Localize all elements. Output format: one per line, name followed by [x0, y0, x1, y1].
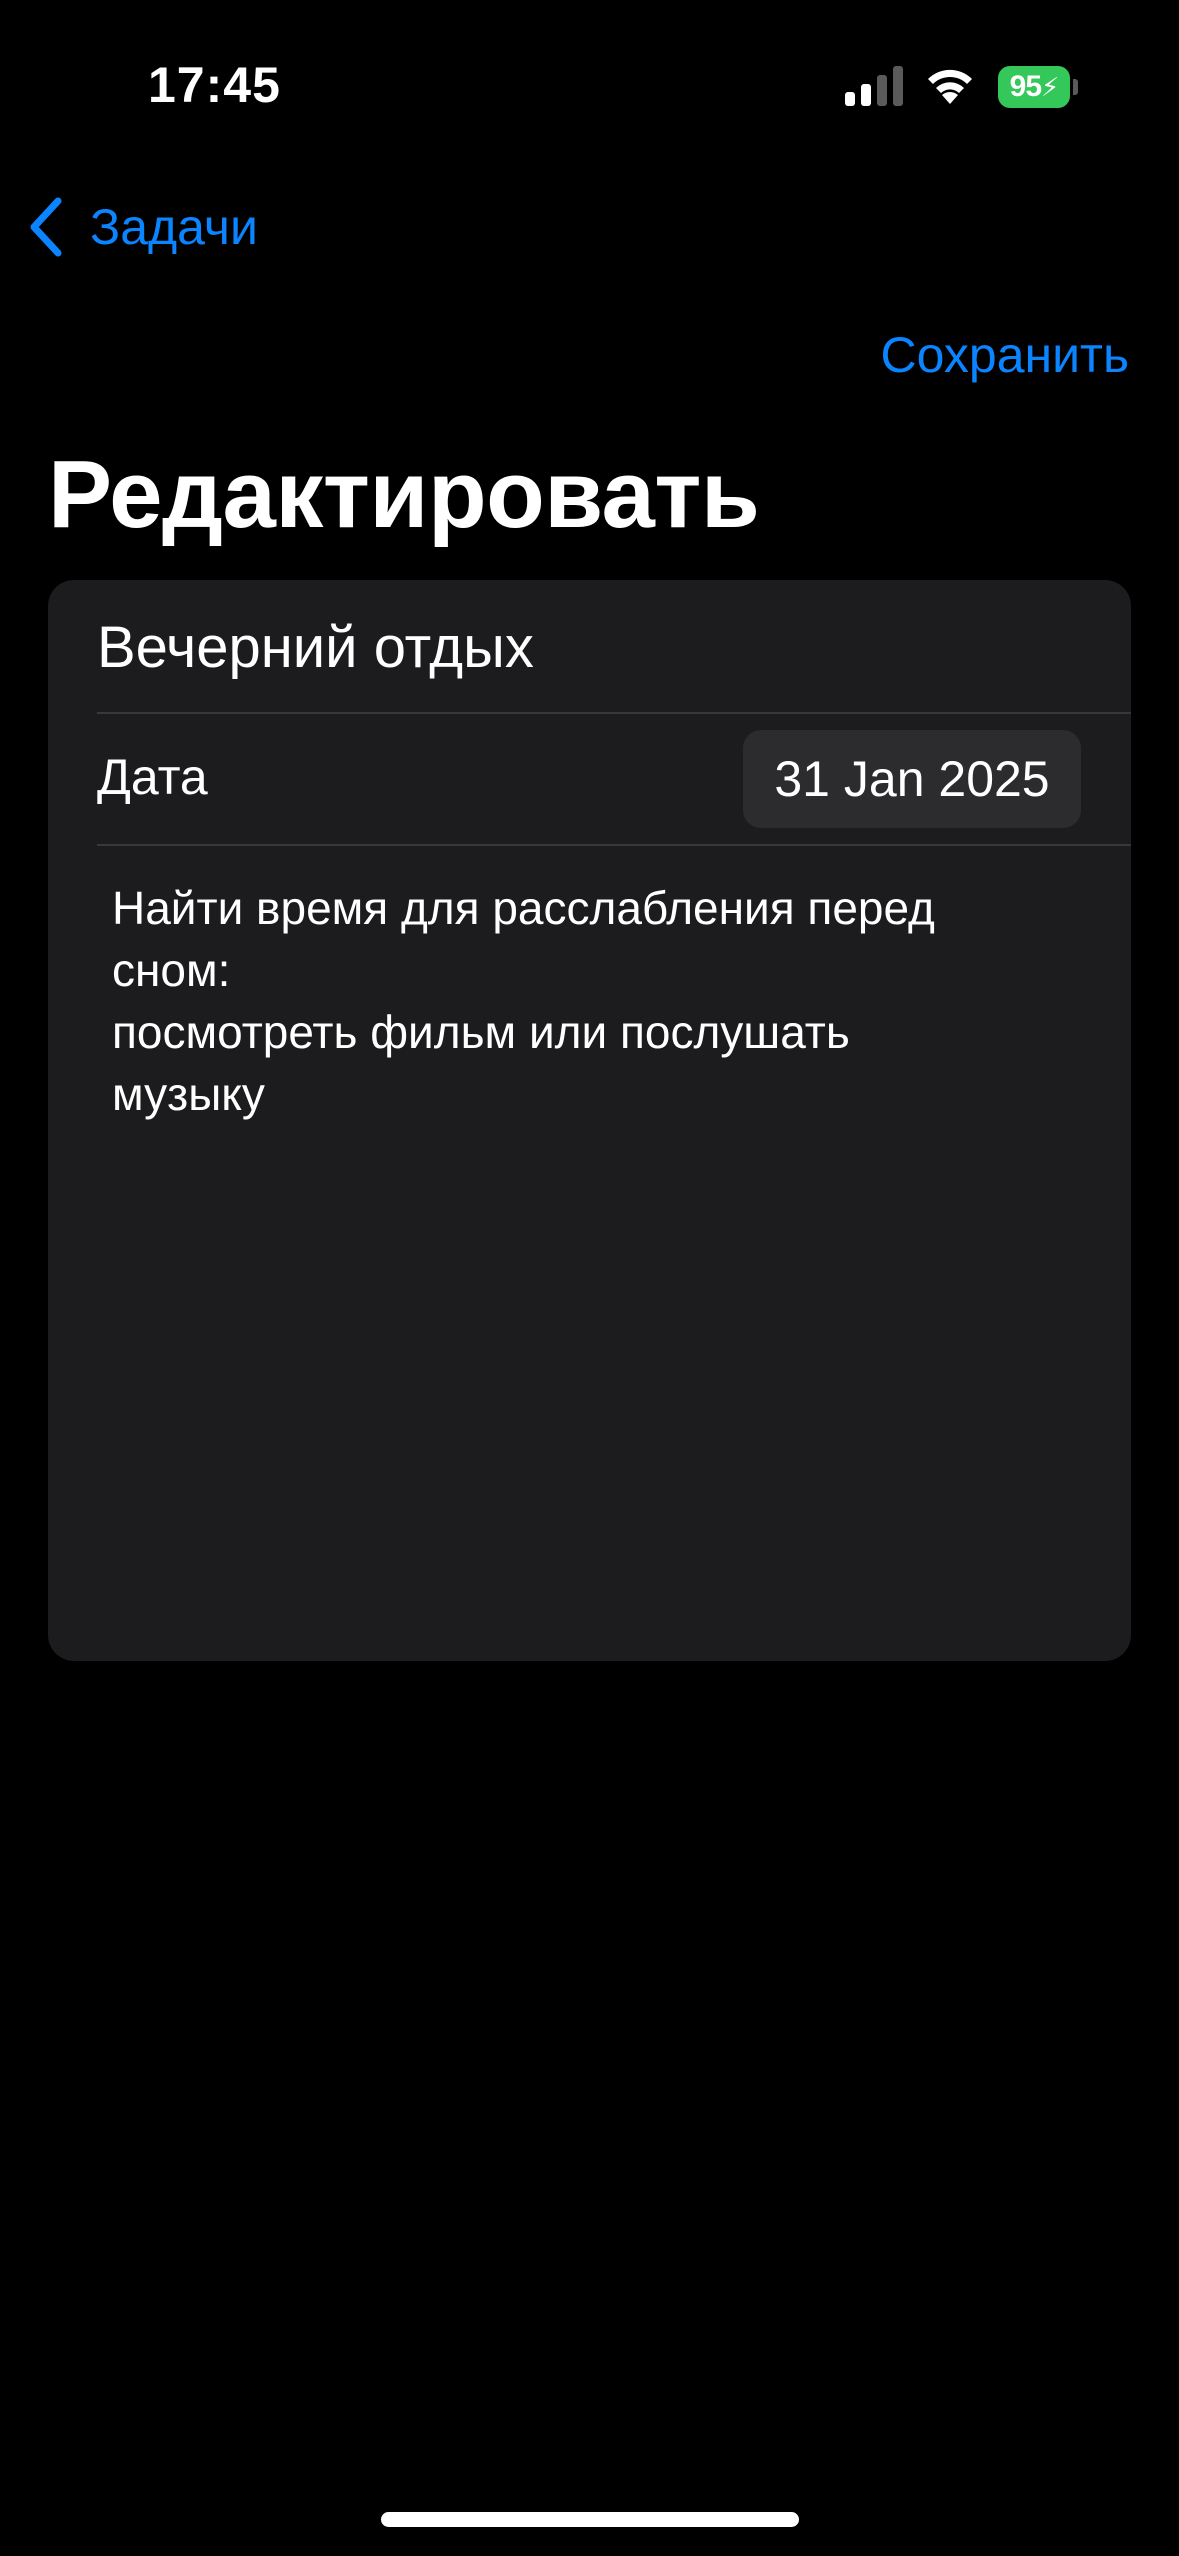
- task-title-field[interactable]: Вечерний отдых: [48, 580, 1131, 712]
- chevron-left-icon: [30, 197, 62, 257]
- divider: [97, 844, 1131, 846]
- battery-cap: [1073, 79, 1078, 95]
- cellular-signal-icon: [845, 66, 903, 106]
- battery-level: 95 ⚡: [998, 66, 1070, 108]
- date-label: Дата: [97, 749, 208, 805]
- save-button[interactable]: Сохранить: [881, 326, 1129, 384]
- home-indicator[interactable]: [381, 2512, 799, 2527]
- back-button[interactable]: Задачи: [26, 192, 258, 262]
- edit-form-card: Вечерний отдых Дата 31 Jan 2025 Найти вр…: [48, 580, 1131, 1661]
- page-title: Редактировать: [48, 441, 760, 548]
- wifi-icon: [928, 69, 972, 104]
- date-picker-button[interactable]: 31 Jan 2025: [743, 730, 1081, 828]
- notes-line: посмотреть фильм или послушать: [112, 1006, 850, 1058]
- notes-line: музыку: [112, 1068, 265, 1120]
- notes-line: сном:: [112, 944, 231, 996]
- notes-line: Найти время для расслабления перед: [112, 882, 935, 934]
- notes-text-area[interactable]: Найти время для расслабления перед сном:…: [112, 877, 1072, 1125]
- charging-bolt-icon: ⚡: [1041, 71, 1059, 102]
- back-button-label: Задачи: [90, 199, 258, 255]
- task-title-input[interactable]: Вечерний отдых: [97, 614, 534, 681]
- divider: [97, 712, 1131, 714]
- battery-charging-icon: 95 ⚡: [998, 66, 1078, 108]
- battery-level-text: 95: [1009, 70, 1042, 103]
- status-time: 17:45: [148, 57, 281, 113]
